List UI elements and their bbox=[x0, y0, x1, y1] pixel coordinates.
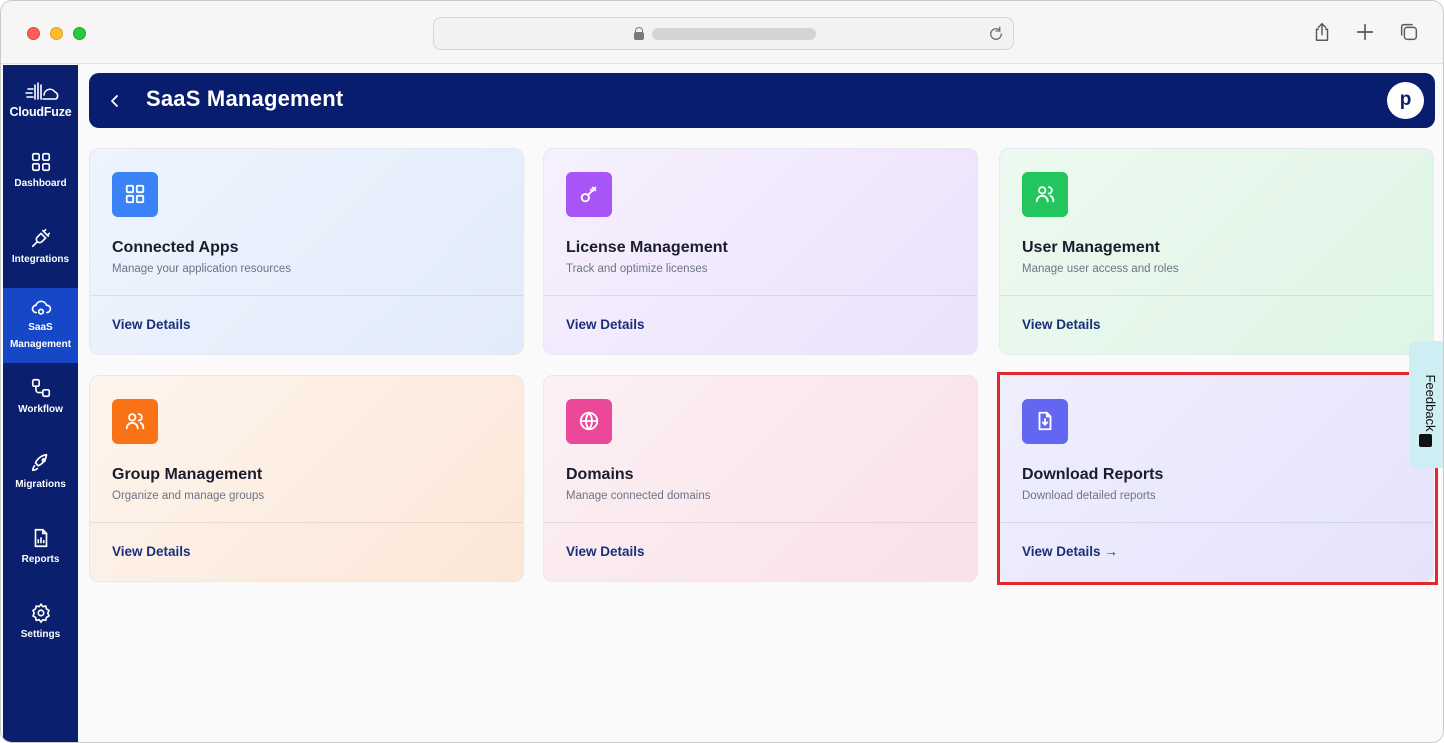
workflow-icon bbox=[31, 378, 50, 398]
maximize-window-button[interactable] bbox=[73, 27, 86, 40]
sidebar-item-reports[interactable]: Reports bbox=[3, 527, 78, 602]
file-download-icon bbox=[1038, 411, 1052, 431]
minimize-window-button[interactable] bbox=[50, 27, 63, 40]
sidebar-item-dashboard[interactable]: Dashboard bbox=[3, 151, 78, 226]
sidebar: CloudFuze Dashboard Integrations SaaS Ma… bbox=[3, 65, 78, 742]
card-license-management[interactable]: License Management Track and optimize li… bbox=[543, 148, 978, 355]
card-connected-apps[interactable]: Connected Apps Manage your application r… bbox=[89, 148, 524, 355]
card-description: Track and optimize licenses bbox=[566, 263, 708, 275]
sidebar-item-saas-management[interactable]: SaaS Management bbox=[3, 288, 78, 363]
card-divider bbox=[1000, 295, 1433, 296]
sidebar-item-label: Workflow bbox=[18, 404, 63, 415]
share-icon[interactable] bbox=[1311, 21, 1333, 43]
users-icon bbox=[1035, 186, 1055, 203]
logo-text: CloudFuze bbox=[9, 105, 72, 119]
cloud-gear-icon bbox=[31, 300, 51, 315]
back-arrow-icon[interactable] bbox=[103, 89, 127, 113]
feedback-icon bbox=[1419, 434, 1432, 447]
card-description: Manage your application resources bbox=[112, 263, 291, 275]
tabs-overview-icon[interactable] bbox=[1398, 21, 1420, 43]
view-details-link[interactable]: View Details bbox=[566, 317, 645, 332]
card-title: User Management bbox=[1022, 239, 1160, 256]
group-icon bbox=[125, 413, 145, 430]
browser-window: CloudFuze Dashboard Integrations SaaS Ma… bbox=[0, 0, 1444, 743]
plug-icon bbox=[31, 228, 50, 248]
sidebar-item-label: Dashboard bbox=[14, 178, 67, 189]
view-details-link[interactable]: View Details bbox=[112, 544, 191, 559]
card-description: Organize and manage groups bbox=[112, 490, 265, 502]
card-title: Group Management bbox=[112, 466, 263, 483]
view-details-link[interactable]: View Details bbox=[1022, 317, 1101, 332]
feedback-tab[interactable]: Feedback bbox=[1409, 341, 1443, 468]
card-icon-box bbox=[1022, 399, 1068, 444]
sidebar-item-label: Settings bbox=[20, 629, 61, 640]
sidebar-item-label: Integrations bbox=[11, 254, 70, 265]
card-description: Manage connected domains bbox=[566, 490, 711, 502]
user-avatar[interactable]: p bbox=[1387, 82, 1424, 119]
feedback-label: Feedback bbox=[1423, 374, 1438, 432]
card-user-management[interactable]: User Management Manage user access and r… bbox=[999, 148, 1434, 355]
card-group-management[interactable]: Group Management Organize and manage gro… bbox=[89, 375, 524, 582]
address-bar[interactable] bbox=[433, 17, 1014, 50]
card-divider bbox=[1000, 522, 1433, 523]
card-title: Domains bbox=[566, 466, 634, 483]
card-icon-box bbox=[566, 399, 612, 444]
report-icon bbox=[34, 528, 47, 548]
card-domains[interactable]: Domains Manage connected domains View De… bbox=[543, 375, 978, 582]
close-window-button[interactable] bbox=[27, 27, 40, 40]
card-divider bbox=[544, 522, 977, 523]
card-divider bbox=[90, 295, 523, 296]
cloudfuze-logo[interactable]: CloudFuze bbox=[3, 79, 78, 127]
page-header: SaaS Management p bbox=[89, 73, 1435, 128]
sidebar-item-label: Migrations bbox=[15, 479, 66, 490]
grid-icon bbox=[125, 184, 145, 204]
lock-icon bbox=[634, 27, 644, 40]
card-title: License Management bbox=[566, 239, 728, 256]
card-title: Download Reports bbox=[1022, 466, 1164, 483]
view-details-link[interactable]: View Details bbox=[112, 317, 191, 332]
sidebar-item-settings[interactable]: Settings bbox=[3, 602, 78, 677]
card-icon-box bbox=[1022, 172, 1068, 217]
page-title: SaaS Management bbox=[146, 86, 344, 111]
card-divider bbox=[544, 295, 977, 296]
card-icon-box bbox=[112, 399, 158, 444]
card-title: Connected Apps bbox=[112, 239, 239, 256]
card-description: Manage user access and roles bbox=[1022, 263, 1179, 275]
sidebar-item-workflow[interactable]: Workflow bbox=[3, 377, 78, 452]
sidebar-item-label: Reports bbox=[21, 554, 60, 565]
cloudfuze-logo-mark bbox=[24, 82, 58, 100]
sidebar-item-label: SaaS Management bbox=[9, 322, 72, 350]
sidebar-item-migrations[interactable]: Migrations bbox=[3, 452, 78, 527]
card-description: Download detailed reports bbox=[1022, 490, 1156, 502]
view-details-link[interactable]: View Details bbox=[566, 544, 645, 559]
dashboard-icon bbox=[31, 152, 50, 172]
card-icon-box bbox=[112, 172, 158, 217]
card-download-reports[interactable]: Download Reports Download detailed repor… bbox=[999, 375, 1434, 582]
globe-icon bbox=[579, 411, 599, 431]
new-tab-icon[interactable] bbox=[1354, 21, 1376, 43]
gear-icon bbox=[31, 602, 50, 624]
rocket-icon bbox=[31, 453, 47, 472]
card-icon-box bbox=[566, 172, 612, 217]
view-details-link[interactable]: View Details → bbox=[1022, 544, 1118, 559]
url-text bbox=[652, 28, 816, 40]
reload-icon[interactable] bbox=[987, 25, 1005, 43]
card-divider bbox=[90, 522, 523, 523]
key-icon bbox=[580, 186, 597, 203]
browser-titlebar bbox=[1, 1, 1443, 64]
